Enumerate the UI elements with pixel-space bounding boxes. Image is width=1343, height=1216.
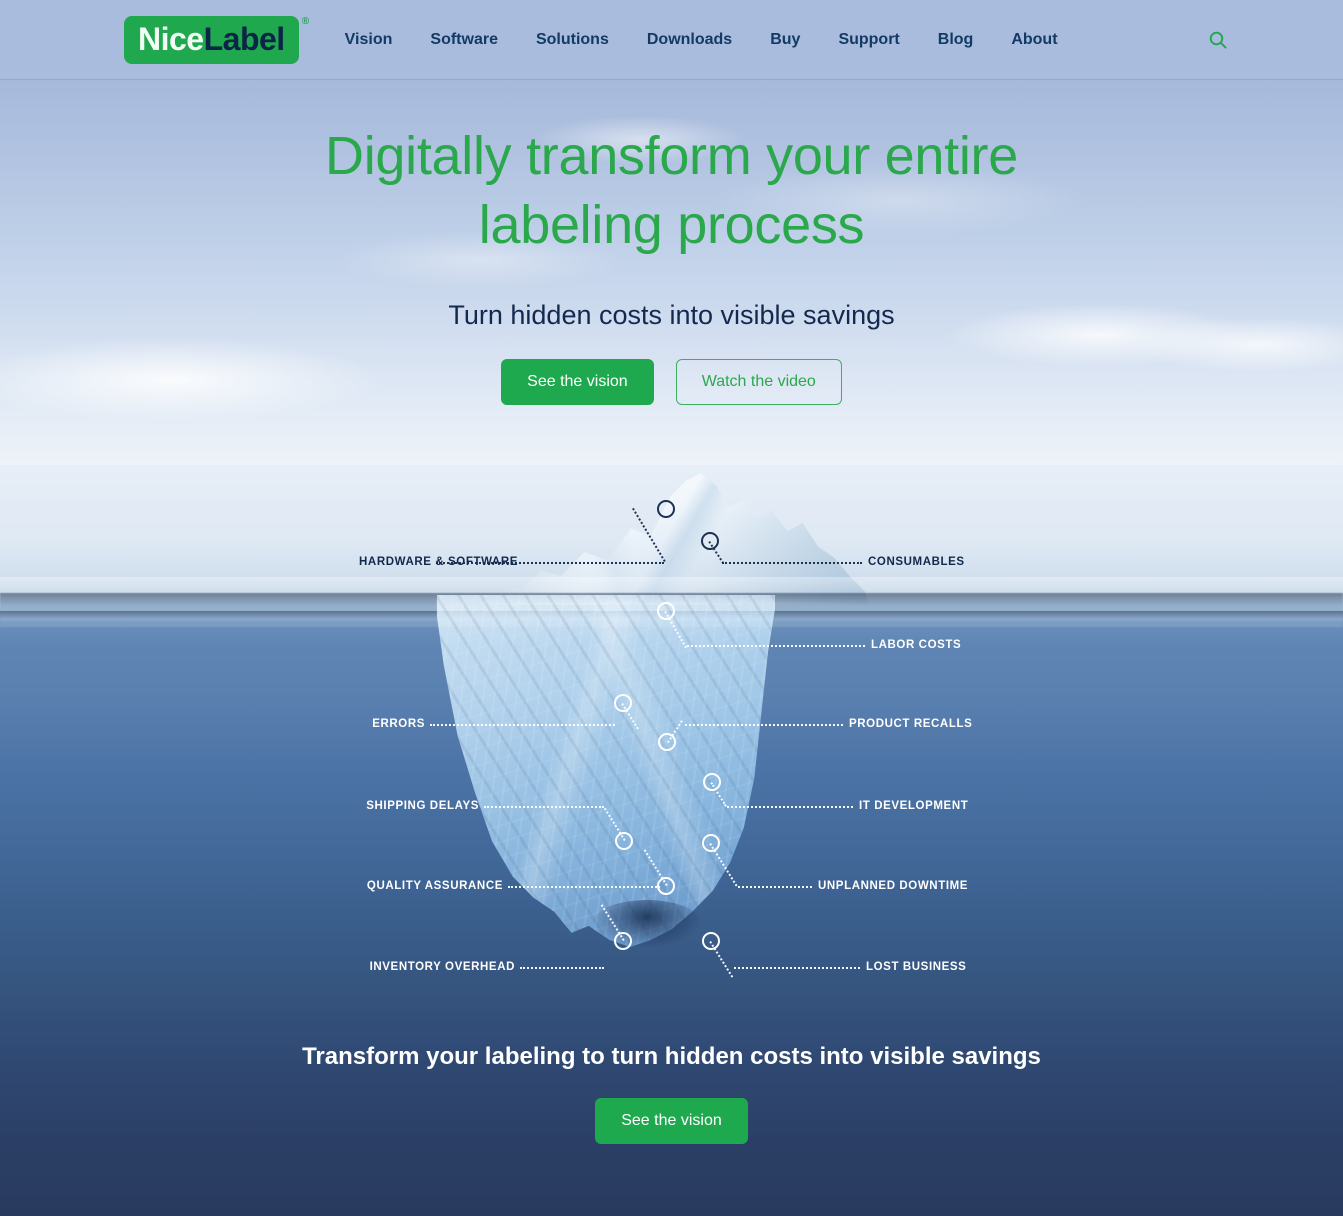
connector-labor-costs — [687, 645, 865, 647]
hotspot-marker-labor-costs[interactable] — [657, 602, 675, 620]
iceberg-below-water-texture — [436, 595, 775, 947]
headline-line-1: Digitally transform your entire — [325, 126, 1018, 186]
diagram-label-quality-assurance[interactable]: QUALITY ASSURANCE — [367, 880, 503, 892]
headline-line-2: labeling process — [478, 195, 865, 256]
hotspot-marker-shipping-delays[interactable] — [615, 832, 633, 850]
nav-item-solutions[interactable]: Solutions — [536, 31, 609, 49]
page-root: NiceLabel ® Vision Software Solutions Do… — [0, 0, 1343, 1216]
diagram-label-unplanned-downtime[interactable]: UNPLANNED DOWNTIME — [818, 880, 968, 892]
connector-consumables — [722, 562, 862, 564]
hotspot-marker-unplanned-downtime[interactable] — [702, 834, 720, 852]
diagram-label-lost-business[interactable]: LOST BUSINESS — [866, 961, 966, 973]
iceberg-diagram: HARDWARE & SOFTWARE CONSUMABLES LABOR CO… — [0, 465, 1343, 1216]
nav-item-downloads[interactable]: Downloads — [647, 31, 732, 49]
connector-product-recalls — [685, 724, 843, 726]
connector-lost-business — [734, 967, 860, 969]
search-button[interactable] — [1203, 25, 1233, 55]
bottom-cta-button-wrap: See the vision — [0, 1098, 1343, 1144]
diagram-label-labor-costs[interactable]: LABOR COSTS — [871, 639, 961, 651]
connector-unplanned-downtime — [738, 886, 812, 888]
logo-trademark: ® — [301, 15, 309, 27]
main-navigation: Vision Software Solutions Downloads Buy … — [345, 31, 1058, 49]
nav-item-blog[interactable]: Blog — [938, 31, 974, 49]
diagram-label-hardware-software[interactable]: HARDWARE & SOFTWARE — [359, 556, 518, 568]
site-header: NiceLabel ® Vision Software Solutions Do… — [0, 0, 1343, 80]
hotspot-marker-inventory-overhead[interactable] — [614, 932, 632, 950]
nav-item-about[interactable]: About — [1011, 31, 1057, 49]
connector-inventory-overhead — [520, 967, 604, 969]
diagram-label-consumables[interactable]: CONSUMABLES — [868, 556, 965, 568]
hotspot-marker-it-development[interactable] — [703, 773, 721, 791]
connector-shipping-delays — [484, 806, 604, 808]
diagram-label-product-recalls[interactable]: PRODUCT RECALLS — [849, 718, 972, 730]
diagram-label-errors[interactable]: ERRORS — [372, 718, 425, 730]
hotspot-marker-quality-assurance[interactable] — [657, 877, 675, 895]
hotspot-marker-errors[interactable] — [614, 694, 632, 712]
connector-errors — [430, 724, 615, 726]
hero-button-group: See the vision Watch the video — [0, 359, 1343, 406]
watch-the-video-button[interactable]: Watch the video — [675, 359, 842, 406]
bottom-cta-heading: Transform your labeling to turn hidden c… — [302, 1043, 1041, 1070]
bottom-cta-section: Transform your labeling to turn hidden c… — [0, 1043, 1343, 1144]
hotspot-marker-lost-business[interactable] — [702, 932, 720, 950]
search-icon — [1209, 31, 1227, 49]
page-title: Digitally transform your entire labeling… — [0, 122, 1343, 260]
iceberg-deep-shadow — [592, 900, 702, 948]
logo-text-nice: Nice — [138, 20, 204, 57]
hotspot-marker-hardware-software[interactable] — [657, 500, 675, 518]
diagram-label-it-development[interactable]: IT DEVELOPMENT — [859, 800, 968, 812]
nav-item-vision[interactable]: Vision — [345, 31, 393, 49]
connector-quality-assurance — [508, 886, 660, 888]
diagram-label-shipping-delays[interactable]: SHIPPING DELAYS — [366, 800, 479, 812]
logo-text-label: Label — [203, 20, 286, 57]
nav-item-support[interactable]: Support — [838, 31, 899, 49]
connector-it-development — [727, 806, 853, 808]
bottom-see-the-vision-button[interactable]: See the vision — [595, 1098, 748, 1144]
diagram-label-inventory-overhead[interactable]: INVENTORY OVERHEAD — [370, 961, 515, 973]
hotspot-marker-consumables[interactable] — [701, 532, 719, 550]
hotspot-marker-product-recalls[interactable] — [658, 733, 676, 751]
hero-section: Digitally transform your entire labeling… — [0, 80, 1343, 465]
nav-item-software[interactable]: Software — [430, 31, 498, 49]
hero-subheadline: Turn hidden costs into visible savings — [448, 300, 895, 331]
logo[interactable]: NiceLabel ® — [124, 15, 309, 64]
nav-item-buy[interactable]: Buy — [770, 31, 800, 49]
see-the-vision-button[interactable]: See the vision — [501, 359, 654, 406]
